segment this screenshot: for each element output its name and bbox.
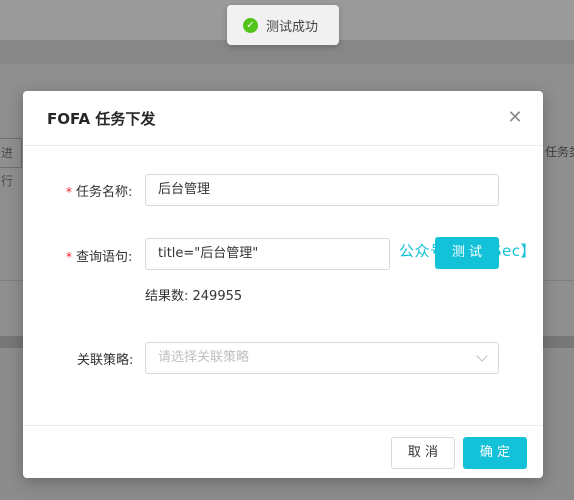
background-left-text: 进行 xyxy=(0,138,22,188)
result-count: 结果数: 249955 xyxy=(145,289,243,304)
toast-message: 测试成功 xyxy=(266,19,319,35)
confirm-button[interactable]: 确 定 xyxy=(463,437,527,469)
test-button[interactable]: 测 试 xyxy=(435,237,499,269)
task-name-label: * 任务名称: xyxy=(66,185,133,200)
policy-select[interactable]: 请选择关联策略 xyxy=(145,342,499,374)
required-mark: * xyxy=(66,250,72,264)
required-mark: * xyxy=(66,185,72,199)
policy-label: 关联策略: xyxy=(77,353,134,368)
modal-footer: 取 消 确 定 xyxy=(23,425,543,478)
cancel-button[interactable]: 取 消 xyxy=(391,437,455,469)
query-input[interactable]: title="后台管理" xyxy=(145,238,390,270)
chevron-down-icon xyxy=(476,350,488,362)
modal-header: FOFA 任务下发 ✕ xyxy=(23,91,543,146)
fofa-task-modal: FOFA 任务下发 ✕ * 任务名称: 后台管理 * 查询语句: title="后台… xyxy=(23,91,543,478)
success-toast: ✓ 测试成功 xyxy=(227,5,339,45)
task-name-input[interactable]: 后台管理 xyxy=(145,174,499,206)
query-label: * 查询语句: xyxy=(66,250,133,265)
policy-placeholder: 请选择关联策略 xyxy=(158,350,250,365)
background-right-text: 任务类 xyxy=(545,145,574,159)
modal-title: FOFA 任务下发 xyxy=(47,110,156,128)
check-circle-icon: ✓ xyxy=(243,17,258,33)
close-icon[interactable]: ✕ xyxy=(507,108,523,128)
